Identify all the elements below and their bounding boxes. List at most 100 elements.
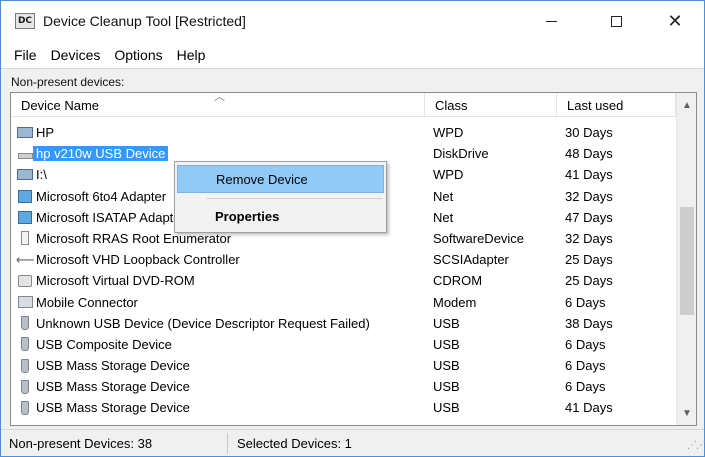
modem-icon: [17, 295, 33, 309]
table-row[interactable]: Microsoft Virtual DVD-ROM CDROM 25 Days: [11, 270, 676, 291]
scroll-thumb[interactable]: [680, 207, 694, 315]
app-window: DC Device Cleanup Tool [Restricted] ✕ Fi…: [0, 0, 705, 457]
table-row[interactable]: USB Composite Device USB 6 Days: [11, 334, 676, 355]
software-device-icon: [17, 231, 33, 246]
device-class-cell: SoftwareDevice: [433, 230, 525, 246]
device-name: hp v210w USB Device: [33, 146, 169, 162]
device-class-cell: Modem: [433, 294, 477, 310]
column-header-device-name[interactable]: Device Name ︿: [11, 93, 425, 117]
column-header-label: Class: [435, 97, 468, 113]
last-used-cell: 6 Days: [565, 358, 606, 374]
last-used-cell: 32 Days: [565, 230, 613, 246]
table-row[interactable]: Unknown USB Device (Device Descriptor Re…: [11, 313, 676, 334]
window-title: Device Cleanup Tool [Restricted]: [43, 13, 246, 29]
device-class-cell: Net: [433, 209, 454, 225]
last-used-cell: 48 Days: [565, 146, 613, 162]
device-name: Mobile Connector: [36, 294, 138, 310]
menu-options[interactable]: Options: [109, 47, 167, 63]
menu-item-label: Properties: [215, 208, 280, 224]
last-used-cell: 6 Days: [565, 379, 606, 395]
minimize-icon: [545, 20, 557, 22]
table-row[interactable]: ⟵ Microsoft VHD Loopback Controller SCSIAd…: [11, 249, 676, 270]
device-name-cell: USB Mass Storage Device: [17, 376, 421, 397]
minimize-button[interactable]: [528, 1, 574, 41]
status-selected-count: Selected Devices: 1: [237, 436, 352, 451]
menu-devices[interactable]: Devices: [46, 47, 106, 63]
maximize-icon: [610, 15, 622, 27]
device-class-cell: USB: [433, 315, 460, 331]
portable-device-icon: [17, 168, 33, 182]
last-used-cell: 25 Days: [565, 273, 613, 289]
status-bar: Non-present Devices: 38 Selected Devices…: [1, 429, 705, 456]
device-name: HP: [36, 125, 55, 140]
remove-device-menu-item[interactable]: Remove Device: [177, 165, 384, 193]
table-row[interactable]: Mobile Connector Modem 6 Days: [11, 292, 676, 313]
sort-ascending-icon: ︿: [214, 92, 225, 103]
device-name-cell: ⟵ Microsoft VHD Loopback Controller: [16, 249, 421, 270]
close-button[interactable]: ✕: [652, 1, 698, 41]
network-adapter-icon: [17, 210, 33, 224]
device-name: Microsoft VHD Loopback Controller: [36, 252, 240, 268]
column-header-label: Device Name: [21, 97, 100, 113]
usb-icon: [17, 316, 33, 331]
properties-menu-item[interactable]: Properties: [177, 202, 384, 230]
device-class-cell: USB: [433, 379, 460, 395]
last-used-cell: 47 Days: [565, 209, 613, 225]
vertical-scrollbar[interactable]: ▲ ▼: [676, 93, 696, 425]
resize-grip-icon[interactable]: ⋰⋰: [687, 440, 705, 451]
status-divider: [227, 433, 228, 454]
menu-file[interactable]: File: [9, 47, 42, 63]
column-header-class[interactable]: Class: [425, 93, 557, 117]
device-class-cell: WPD: [433, 125, 464, 140]
table-row[interactable]: USB Mass Storage Device USB 6 Days: [11, 376, 676, 397]
menu-bar: File Devices Options Help: [1, 41, 704, 68]
scroll-down-icon[interactable]: ▼: [677, 403, 696, 423]
title-bar[interactable]: DC Device Cleanup Tool [Restricted] ✕: [1, 1, 704, 41]
last-used-cell: 6 Days: [565, 294, 606, 310]
device-name: Unknown USB Device (Device Descriptor Re…: [36, 315, 370, 331]
device-name: Microsoft Virtual DVD-ROM: [36, 273, 195, 289]
close-icon: ✕: [667, 10, 683, 32]
device-name: USB Mass Storage Device: [36, 358, 190, 374]
cdrom-icon: [17, 274, 33, 288]
usb-icon: [17, 358, 33, 373]
device-name: Microsoft 6to4 Adapter: [36, 188, 167, 204]
device-class-cell: USB: [433, 400, 460, 416]
disk-drive-icon: [17, 147, 33, 161]
device-name-cell: USB Composite Device: [17, 334, 421, 355]
network-adapter-icon: [17, 189, 33, 203]
maximize-button[interactable]: [593, 1, 639, 41]
scroll-up-icon[interactable]: ▲: [677, 95, 696, 115]
table-row[interactable]: USB Mass Storage Device USB 6 Days: [11, 355, 676, 376]
device-class-cell: USB: [433, 358, 460, 374]
device-class-cell: CDROM: [433, 273, 483, 289]
app-icon[interactable]: DC: [15, 13, 35, 29]
status-nonpresent-count: Non-present Devices: 38: [9, 436, 153, 451]
device-name: USB Mass Storage Device: [36, 379, 190, 395]
menu-help[interactable]: Help: [172, 47, 211, 63]
device-name-cell: Microsoft Virtual DVD-ROM: [17, 270, 421, 291]
device-name-cell: HP: [17, 122, 421, 143]
table-row[interactable]: USB Mass Storage Device USB 41 Days: [11, 397, 676, 418]
last-used-cell: 41 Days: [565, 400, 613, 416]
context-menu: Remove Device Properties: [174, 161, 387, 233]
portable-device-icon: [17, 126, 33, 140]
device-class-cell: Net: [433, 188, 454, 204]
device-list[interactable]: Device Name ︿ Class Last used HP WPD 30 Da…: [10, 92, 697, 426]
last-used-cell: 38 Days: [565, 315, 613, 331]
menu-divider: [1, 68, 704, 69]
table-row[interactable]: HP WPD 30 Days: [11, 122, 676, 143]
device-name: USB Mass Storage Device: [36, 400, 190, 416]
device-class-cell: WPD: [433, 167, 464, 183]
menu-separator: [207, 198, 383, 199]
usb-icon: [17, 337, 33, 352]
device-name-cell: Unknown USB Device (Device Descriptor Re…: [17, 313, 421, 334]
last-used-cell: 30 Days: [565, 125, 613, 140]
device-name: Microsoft RRAS Root Enumerator: [36, 230, 232, 246]
usb-icon: [17, 400, 33, 415]
section-label: Non-present devices:: [11, 75, 125, 89]
device-class-cell: SCSIAdapter: [433, 252, 509, 268]
column-header-last-used[interactable]: Last used: [557, 93, 676, 117]
list-header: Device Name ︿ Class Last used: [11, 93, 676, 117]
device-name: USB Composite Device: [36, 336, 172, 352]
